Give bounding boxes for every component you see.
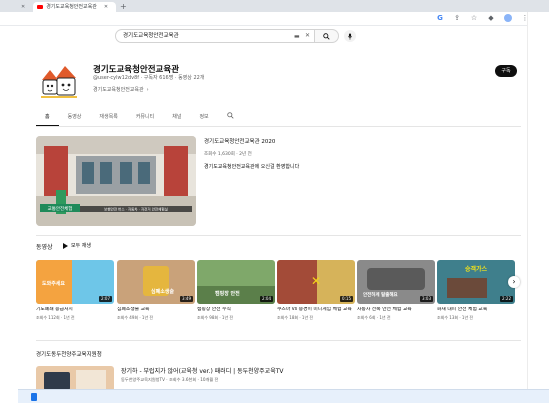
video-card[interactable]: ✕ 0:15 쿠즈마 vs 승경이 미니게임 체험 교육 조회수 18회 · 1…	[277, 260, 355, 321]
playlist-video-title[interactable]: 장기하 - 부럽지가 않어(교육청 ver.) 패러디 | 동두천양주교육TV	[121, 366, 284, 375]
tab-videos[interactable]: 동영상	[59, 112, 91, 126]
video-thumbnail[interactable]: 안전하게 탈출해요 3:03	[357, 260, 435, 304]
browser-tab-label: 경기도교육청안전교육관	[46, 4, 97, 10]
search-icon	[226, 112, 234, 119]
video-duration: 2:22	[500, 296, 513, 302]
thumbnail-text: 캠핑장 안전	[215, 291, 240, 297]
video-card[interactable]: 캠핑장 안전 2:04 캠핑장 안전 수칙 조회수 98회 · 1년 전	[197, 260, 275, 321]
school-mascot-icon	[41, 66, 77, 98]
video-duration: 3:03	[420, 296, 433, 302]
video-meta: 조회수 6회 · 1년 전	[357, 314, 391, 320]
video-duration: 0:15	[340, 296, 353, 302]
voice-search-button[interactable]	[344, 30, 356, 42]
clear-icon[interactable]: ✕	[305, 32, 310, 39]
play-icon	[63, 242, 68, 249]
video-duration: 2:04	[260, 296, 273, 302]
tabs-divider	[36, 126, 521, 127]
thumbnail-text: 승객가스	[465, 266, 488, 273]
play-all-label: 모두 재생	[71, 243, 91, 249]
video-duration: 2:07	[99, 296, 112, 302]
video-thumbnail[interactable]: 도와주세요 2:07	[36, 260, 114, 304]
browser-tab-strip: ✕ 경기도교육청안전교육관 ✕ +	[0, 0, 549, 12]
star-icon[interactable]: ☆	[470, 14, 478, 22]
tab-community[interactable]: 커뮤니티	[127, 112, 163, 126]
play-all-button[interactable]: 모두 재생	[63, 242, 91, 249]
notification-icon[interactable]	[31, 393, 37, 401]
close-tab-icon[interactable]: ✕	[21, 2, 25, 12]
featured-video-description: 경기도교육청안전교육관에 오신걸 환영합니다	[204, 164, 300, 170]
channel-meta: @user-cylw12dv8f · 구독자 616명 · 동영상 22개	[93, 75, 205, 81]
scrollbar-gutter[interactable]	[527, 12, 549, 403]
featured-video-meta: 조회수 1,630회 · 2년 전	[204, 152, 252, 157]
video-title[interactable]: 캠핑장 안전 수칙	[197, 307, 275, 314]
playlist-section-title[interactable]: 경기도동두천양주교육지원청	[36, 350, 102, 358]
channel-search-button[interactable]	[218, 112, 243, 126]
section-divider	[36, 235, 521, 236]
video-card[interactable]: 도와주세요 2:07 기도폐쇄 응급처치 조회수 112회 · 1년 전	[36, 260, 114, 321]
section-divider	[36, 340, 521, 341]
share-icon[interactable]: ⇪	[453, 14, 461, 22]
close-tab-icon[interactable]: ✕	[104, 2, 108, 12]
new-tab-button[interactable]: +	[116, 2, 131, 12]
video-meta: 조회수 112회 · 1년 전	[36, 314, 75, 320]
playlist-video-meta: 동두천양주교육지원청TV · 조회수 3.6천회 · 10개월 전	[121, 377, 219, 382]
thumbnail-text: 심폐소생술	[151, 289, 175, 295]
tab-about[interactable]: 정보	[190, 112, 217, 126]
video-thumbnail[interactable]: ✕ 0:15	[277, 260, 355, 304]
browser-tab-inactive[interactable]: ✕	[10, 2, 33, 12]
video-card[interactable]: 심폐소생술 3:49 심폐소생술 교육 조회수 49회 · 1년 전	[117, 260, 195, 321]
featured-overlay-label: 교통안전체험	[48, 205, 73, 212]
channel-description[interactable]: 경기도교육청안전교육관 ›	[93, 86, 149, 94]
video-duration: 3:49	[180, 296, 193, 302]
channel-tabs: 홈 동영상 재생목록 커뮤니티 채널 정보	[36, 112, 243, 126]
thumbnail-text: 안전하게 탈출해요	[363, 293, 398, 298]
featured-caption: 보행안전 버스 · 자동차 · 자전거 안전체험실	[104, 207, 168, 212]
video-card[interactable]: 승객가스 2:22 화재 대피 안전 체험 교육 조회수 13회 · 1년 전	[437, 260, 515, 321]
thumbnail-text: 도와주세요	[42, 281, 66, 287]
playlist-video-thumbnail[interactable]	[36, 366, 114, 390]
video-meta: 조회수 13회 · 1년 전	[437, 314, 474, 320]
video-meta: 조회수 49회 · 1년 전	[117, 314, 154, 320]
video-title[interactable]: 쿠즈마 vs 승경이 미니게임 체험 교육	[277, 307, 355, 314]
subscribe-button[interactable]: 구독	[495, 65, 517, 77]
video-title[interactable]: 기도폐쇄 응급처치	[36, 307, 114, 314]
chevron-right-icon: ›	[146, 86, 149, 93]
video-meta: 조회수 18회 · 1년 전	[277, 314, 314, 320]
search-input[interactable]: 경기도교육청안전교육관	[115, 29, 315, 43]
youtube-favicon-icon	[37, 5, 44, 9]
featured-video-title[interactable]: 경기도교육청안전교육관 2020	[204, 137, 275, 145]
tab-home[interactable]: 홈	[36, 112, 59, 126]
search-button[interactable]	[315, 29, 339, 43]
google-icon[interactable]: G	[436, 14, 444, 22]
video-meta: 조회수 98회 · 1년 전	[197, 314, 234, 320]
mic-icon	[348, 32, 352, 40]
next-videos-button[interactable]: ›	[508, 276, 520, 288]
bottom-notification-bar	[18, 389, 549, 403]
videos-section-title[interactable]: 동영상	[36, 242, 53, 251]
search-icon	[323, 32, 330, 40]
video-thumbnail[interactable]: 캠핑장 안전 2:04	[197, 260, 275, 304]
channel-description-text: 경기도교육청안전교육관	[93, 87, 144, 93]
chevron-right-icon: ›	[512, 277, 516, 286]
extension-icon[interactable]: ◆	[487, 14, 495, 22]
browser-toolbar: G ⇪ ☆ ◆ ⋮	[0, 12, 549, 26]
channel-avatar[interactable]	[38, 60, 80, 102]
video-title[interactable]: 화재 대피 안전 체험 교육	[437, 307, 515, 314]
video-card[interactable]: 안전하게 탈출해요 3:03 자동차 전복 안전 체험 교육 조회수 6회 · …	[357, 260, 435, 321]
video-thumbnail[interactable]: 심폐소생술 3:49	[117, 260, 195, 304]
video-title[interactable]: 자동차 전복 안전 체험 교육	[357, 307, 435, 314]
keyboard-icon[interactable]: ▬	[294, 33, 300, 40]
tab-channels[interactable]: 채널	[163, 112, 190, 126]
featured-scene: 교통안전체험 보행안전 버스 · 자동차 · 자전거 안전체험실	[36, 136, 196, 226]
featured-video-thumbnail[interactable]: 교통안전체험 보행안전 버스 · 자동차 · 자전거 안전체험실	[36, 136, 196, 226]
browser-tab-active[interactable]: 경기도교육청안전교육관 ✕	[33, 2, 117, 12]
tab-playlists[interactable]: 재생목록	[90, 112, 126, 126]
video-thumbnail[interactable]: 승객가스 2:22	[437, 260, 515, 304]
profile-icon[interactable]	[504, 14, 512, 22]
video-title[interactable]: 심폐소생술 교육	[117, 307, 195, 314]
